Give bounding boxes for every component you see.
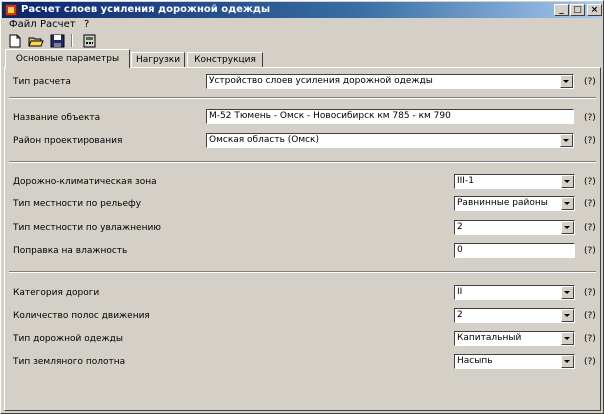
tab-loads[interactable]: Нагрузки	[131, 52, 185, 68]
relief-type-help[interactable]: (?)	[584, 198, 596, 210]
tab-construction[interactable]: Конструкция	[187, 52, 263, 68]
chevron-down-icon[interactable]	[561, 175, 574, 188]
chevron-down-icon[interactable]	[560, 134, 573, 147]
climate-zone-select[interactable]: III-1	[454, 174, 575, 189]
moisture-type-help[interactable]: (?)	[584, 222, 596, 234]
lanes-label: Количество полос движения	[13, 311, 150, 321]
calculator-icon	[83, 34, 96, 48]
climate-zone-help[interactable]: (?)	[584, 176, 596, 188]
close-icon: ×	[590, 5, 599, 15]
minimize-icon: _	[559, 5, 564, 15]
menu-file[interactable]: Файл	[9, 18, 37, 32]
subgrade-type-help[interactable]: (?)	[584, 356, 596, 368]
moisture-correction-label: Поправка на влажность	[13, 246, 128, 256]
save-button[interactable]	[50, 34, 66, 48]
design-region-help[interactable]: (?)	[584, 135, 596, 147]
chevron-down-icon[interactable]	[560, 75, 573, 88]
design-region-value: Омская область (Омск)	[209, 135, 320, 145]
relief-type-value: Равнинные районы	[457, 198, 548, 208]
maximize-icon: □	[573, 5, 582, 15]
pavement-type-select[interactable]: Капитальный	[454, 331, 575, 346]
object-name-value: М-52 Тюмень - Омск - Новосибирск км 785 …	[209, 111, 451, 121]
toolbar	[2, 32, 602, 50]
object-name-help[interactable]: (?)	[584, 112, 596, 124]
relief-type-select[interactable]: Равнинные районы	[454, 196, 575, 211]
object-name-label: Название объекта	[13, 113, 101, 123]
moisture-correction-value: 0	[457, 245, 463, 255]
close-button[interactable]: ×	[587, 4, 602, 16]
chevron-down-icon[interactable]	[561, 309, 574, 322]
lanes-help[interactable]: (?)	[584, 310, 596, 322]
climate-zone-label: Дорожно-климатическая зона	[13, 177, 157, 187]
maximize-button[interactable]: □	[570, 4, 585, 16]
open-folder-button[interactable]	[28, 34, 44, 48]
save-disk-icon	[50, 34, 65, 48]
road-category-value: II	[457, 287, 463, 297]
design-region-select[interactable]: Омская область (Омск)	[206, 133, 574, 148]
calc-type-help[interactable]: (?)	[584, 76, 596, 88]
calc-type-select[interactable]: Устройство слоев усиления дорожной одежд…	[206, 74, 574, 89]
calc-type-value: Устройство слоев усиления дорожной одежд…	[209, 76, 433, 86]
object-name-input[interactable]: М-52 Тюмень - Омск - Новосибирск км 785 …	[206, 109, 574, 124]
moisture-type-select[interactable]: 2	[454, 220, 575, 235]
pavement-type-value: Капитальный	[457, 333, 522, 343]
section-divider	[9, 271, 596, 273]
pavement-type-label: Тип дорожной одежды	[13, 334, 123, 344]
moisture-type-label: Тип местности по увлажнению	[13, 223, 161, 233]
app-icon[interactable]	[5, 4, 17, 16]
open-folder-icon	[28, 37, 44, 47]
title-bar[interactable]: Расчет слоев усиления дорожной одежды _ …	[2, 2, 602, 18]
moisture-correction-input[interactable]: 0	[454, 243, 575, 258]
moisture-correction-help[interactable]: (?)	[584, 245, 596, 257]
lanes-select[interactable]: 2	[454, 308, 575, 323]
lanes-value: 2	[457, 310, 463, 320]
menu-bar: Файл Расчет ?	[2, 18, 602, 32]
menu-help[interactable]: ?	[84, 18, 89, 32]
minimize-button[interactable]: _	[554, 4, 569, 16]
calc-type-label: Тип расчета	[13, 77, 71, 87]
moisture-type-value: 2	[457, 222, 463, 232]
chevron-down-icon[interactable]	[561, 355, 574, 368]
menu-calculation[interactable]: Расчет	[40, 18, 76, 32]
section-divider	[9, 97, 596, 99]
toolbar-separator	[71, 34, 73, 47]
new-document-icon	[9, 34, 21, 48]
design-region-label: Район проектирования	[13, 136, 123, 146]
window-title: Расчет слоев усиления дорожной одежды	[21, 4, 271, 15]
tab-main-parameters[interactable]: Основные параметры	[5, 49, 130, 68]
subgrade-type-label: Тип земляного полотна	[13, 357, 126, 367]
road-category-select[interactable]: II	[454, 285, 575, 300]
chevron-down-icon[interactable]	[561, 221, 574, 234]
subgrade-type-value: Насыпь	[457, 356, 493, 366]
chevron-down-icon[interactable]	[561, 197, 574, 210]
calculate-button[interactable]	[82, 34, 98, 48]
section-divider	[9, 161, 596, 163]
chevron-down-icon[interactable]	[561, 286, 574, 299]
chevron-down-icon[interactable]	[561, 332, 574, 345]
road-category-help[interactable]: (?)	[584, 287, 596, 299]
climate-zone-value: III-1	[457, 176, 474, 186]
subgrade-type-select[interactable]: Насыпь	[454, 354, 575, 369]
road-category-label: Категория дороги	[13, 288, 100, 298]
relief-type-label: Тип местности по рельефу	[13, 199, 142, 209]
pavement-type-help[interactable]: (?)	[584, 333, 596, 345]
app-window: Расчет слоев усиления дорожной одежды _ …	[0, 0, 604, 414]
new-document-button[interactable]	[7, 34, 23, 48]
